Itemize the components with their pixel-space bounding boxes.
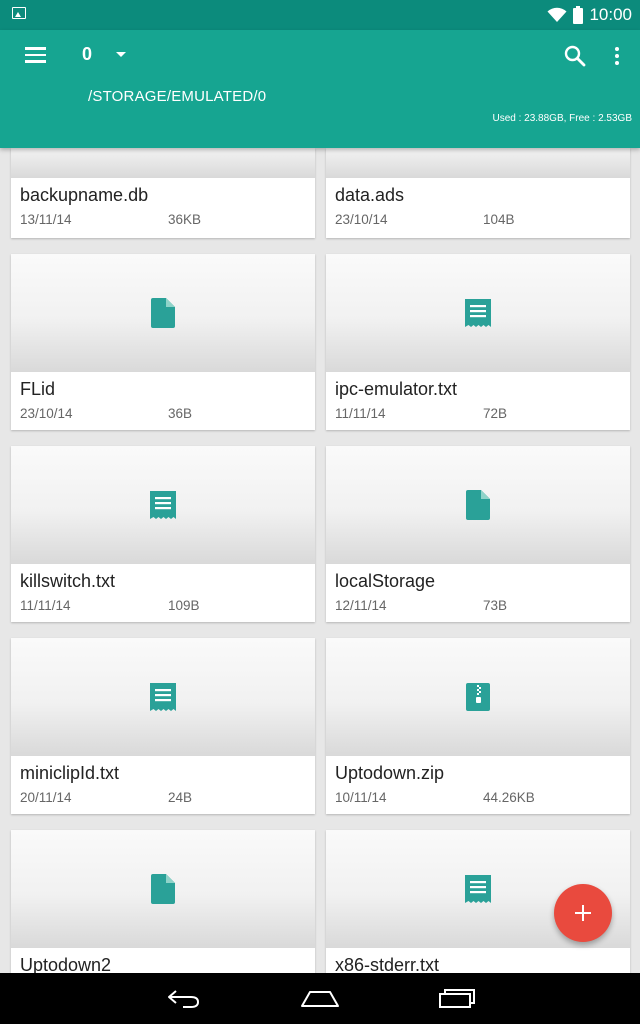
file-icon xyxy=(151,298,175,328)
plus-icon xyxy=(575,905,591,921)
file-size: 36B xyxy=(168,406,193,421)
file-size: 73B xyxy=(483,598,508,613)
file-name: killswitch.txt xyxy=(20,571,116,591)
file-name: backupname.db xyxy=(20,185,149,205)
file-card[interactable]: Uptodown2 xyxy=(11,830,315,973)
file-icon xyxy=(466,490,490,520)
file-name: ipc-emulator.txt xyxy=(335,379,458,399)
add-button[interactable] xyxy=(554,884,612,942)
clock: 10:00 xyxy=(589,5,632,24)
file-card[interactable]: backupname.db 13/11/14 36KB xyxy=(11,148,315,238)
recent-apps-icon xyxy=(439,989,475,1008)
file-thumbnail xyxy=(11,830,315,948)
text-file-icon xyxy=(465,299,491,327)
text-file-icon xyxy=(150,491,176,519)
file-thumbnail xyxy=(326,446,630,564)
file-thumbnail xyxy=(326,254,630,372)
home-icon xyxy=(301,991,339,1007)
file-name: FLid xyxy=(20,379,56,399)
file-date: 11/11/14 xyxy=(20,598,71,613)
file-thumbnail xyxy=(11,254,315,372)
file-card[interactable]: miniclipId.txt 20/11/14 24B xyxy=(11,638,315,814)
file-size: 109B xyxy=(168,598,200,613)
back-button[interactable] xyxy=(158,983,208,1015)
wifi-icon xyxy=(547,7,567,22)
battery-icon xyxy=(573,6,584,24)
file-thumbnail xyxy=(326,148,630,178)
menu-icon[interactable] xyxy=(18,38,52,72)
file-date: 23/10/14 xyxy=(20,406,73,421)
file-date: 20/11/14 xyxy=(20,790,72,805)
file-card[interactable]: data.ads 23/10/14 104B xyxy=(326,148,630,238)
file-card[interactable]: FLid 23/10/14 36B xyxy=(11,254,315,430)
file-date: 13/11/14 xyxy=(20,212,72,227)
text-file-icon xyxy=(150,683,176,711)
chevron-down-icon xyxy=(116,51,127,57)
file-date: 12/11/14 xyxy=(335,598,387,613)
file-thumbnail xyxy=(326,638,630,756)
file-size: 44.26KB xyxy=(483,790,535,805)
file-size: 24B xyxy=(168,790,193,805)
navigation-bar xyxy=(0,973,640,1024)
drive-selector[interactable]: 0 xyxy=(82,40,127,68)
file-date: 11/11/14 xyxy=(335,406,386,421)
back-icon xyxy=(168,990,200,1008)
file-date: 23/10/14 xyxy=(335,212,388,227)
file-card[interactable]: killswitch.txt 11/11/14 109B xyxy=(11,446,315,622)
file-name: Uptodown2 xyxy=(20,955,112,973)
file-card[interactable]: localStorage 12/11/14 73B xyxy=(326,446,630,622)
file-name: miniclipId.txt xyxy=(20,763,120,783)
drive-value: 0 xyxy=(82,43,93,64)
file-name: Uptodown.zip xyxy=(335,763,445,783)
recent-apps-button[interactable] xyxy=(432,983,482,1015)
app-bar: 0 /STORAGE/EMULATED/0 Used : 23.88GB, Fr… xyxy=(0,30,640,148)
file-size: 104B xyxy=(483,212,515,227)
zip-file-icon xyxy=(466,683,490,711)
search-icon[interactable] xyxy=(561,42,589,70)
file-name: x86-stderr.txt xyxy=(335,955,440,973)
file-card[interactable]: Uptodown.zip 10/11/14 44.26KB xyxy=(326,638,630,814)
text-file-icon xyxy=(465,875,491,903)
file-grid: backupname.db 13/11/14 36KB data.ads 23/… xyxy=(0,148,640,973)
file-icon xyxy=(151,874,175,904)
file-thumbnail xyxy=(11,638,315,756)
file-thumbnail xyxy=(11,148,315,178)
file-card[interactable]: ipc-emulator.txt 11/11/14 72B xyxy=(326,254,630,430)
image-notification-icon xyxy=(12,7,26,19)
home-button[interactable] xyxy=(295,983,345,1015)
file-date: 10/11/14 xyxy=(335,790,387,805)
breadcrumb-path[interactable]: /STORAGE/EMULATED/0 xyxy=(88,88,266,105)
file-size: 36KB xyxy=(168,212,202,227)
more-options-icon[interactable] xyxy=(608,42,626,70)
file-name: data.ads xyxy=(335,185,405,205)
storage-info: Used : 23.88GB, Free : 2.53GB xyxy=(492,113,632,124)
status-bar: 10:00 xyxy=(0,0,640,30)
file-size: 72B xyxy=(483,406,508,421)
file-name: localStorage xyxy=(335,571,436,591)
file-thumbnail xyxy=(11,446,315,564)
